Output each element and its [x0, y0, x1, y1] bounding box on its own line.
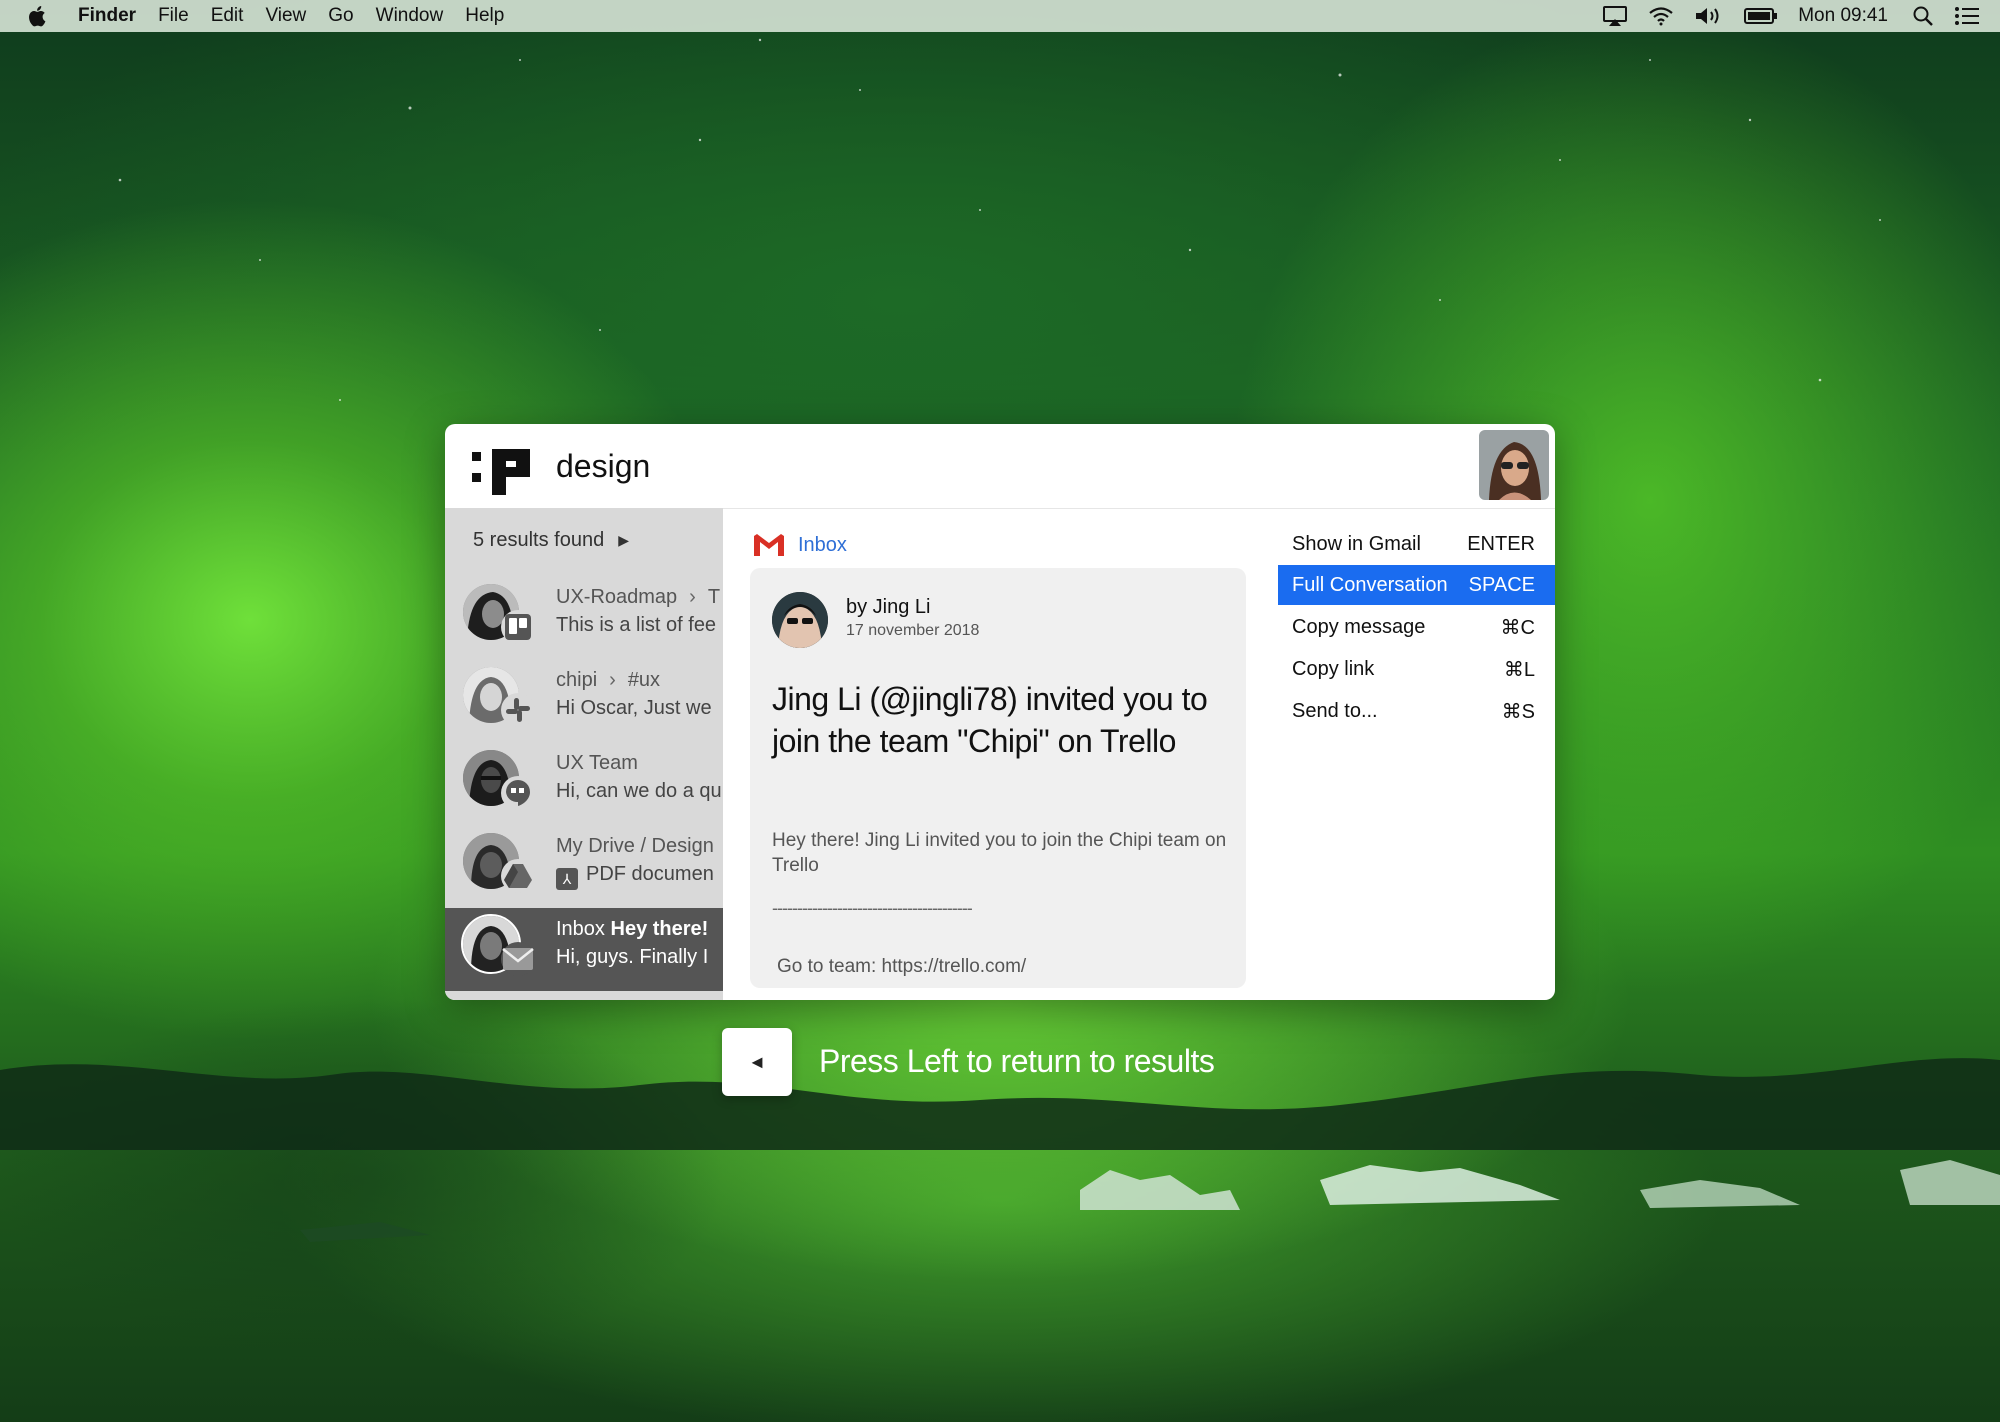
- result-item[interactable]: UX-Roadmap › T This is a list of fee: [445, 576, 723, 659]
- status-area: Mon 09:41: [1602, 0, 2000, 32]
- result-title: UX Team: [556, 752, 638, 774]
- message-link-line: Go to team: https://trello.com/: [777, 956, 1027, 977]
- wifi-icon[interactable]: [1648, 6, 1674, 26]
- message-preview-card: by Jing Li 17 november 2018 Jing Li (@ji…: [750, 568, 1246, 988]
- result-item-selected[interactable]: Inbox Hey there! Hi, guys. Finally I: [445, 908, 723, 991]
- menu-edit[interactable]: Edit: [211, 5, 244, 27]
- menu-go[interactable]: Go: [328, 5, 353, 27]
- volume-icon[interactable]: [1694, 6, 1724, 26]
- preview-source-label[interactable]: Inbox: [798, 534, 847, 557]
- search-query[interactable]: design: [556, 448, 650, 485]
- menu-help[interactable]: Help: [465, 5, 504, 27]
- result-item[interactable]: UX Team Hi, can we do a qu: [445, 742, 723, 825]
- result-title: Inbox Hey there!: [556, 918, 709, 940]
- menu-app-name[interactable]: Finder: [78, 5, 136, 27]
- google-drive-icon: [501, 859, 535, 893]
- preview-source: Inbox: [752, 532, 847, 558]
- launcher-panel: design 5 results found ▶ UX-Roadmap › T …: [445, 424, 1555, 1000]
- result-title: UX-Roadmap › T: [556, 586, 721, 608]
- action-full-conversation[interactable]: Full Conversation SPACE: [1278, 565, 1555, 605]
- results-sidebar: 5 results found ▶ UX-Roadmap › T This is a…: [445, 508, 723, 1000]
- menu-clock[interactable]: Mon 09:41: [1798, 5, 1888, 27]
- action-show-in-gmail[interactable]: Show in Gmail ENTER: [1278, 524, 1555, 564]
- message-divider: ----------------------------------------: [772, 898, 973, 918]
- action-send-to[interactable]: Send to... ⌘S: [1278, 691, 1555, 731]
- result-snippet: Hi, guys. Finally I: [556, 946, 709, 968]
- hangouts-icon: [501, 776, 535, 810]
- app-logo-icon: [472, 449, 530, 495]
- result-snippet: This is a list of fee: [556, 614, 717, 636]
- message-subject: Jing Li (@jingli78) invited you to join …: [772, 681, 1208, 759]
- keyboard-hint: Press Left to return to results: [819, 1043, 1215, 1079]
- expand-arrow-icon[interactable]: ▶: [618, 532, 629, 549]
- menu-items: Finder File Edit View Go Window Help: [78, 5, 526, 27]
- result-title: chipi › #ux: [556, 669, 661, 691]
- slack-icon: [501, 693, 535, 727]
- trello-icon: [501, 610, 535, 644]
- result-snippet: Hi, can we do a qu: [556, 780, 722, 802]
- result-snippet: ⅄ PDF documen: [556, 863, 714, 890]
- gmail-icon: [754, 534, 784, 556]
- left-arrow-key-icon[interactable]: ◄: [722, 1028, 792, 1096]
- notification-center-icon[interactable]: [1954, 6, 1980, 26]
- spotlight-search-icon[interactable]: [1912, 5, 1934, 27]
- author-avatar: [772, 592, 828, 648]
- apple-menu-icon[interactable]: [28, 5, 50, 27]
- result-item[interactable]: chipi › #ux Hi Oscar, Just we: [445, 659, 723, 742]
- menu-bar: Finder File Edit View Go Window Help Mon…: [0, 0, 2000, 32]
- action-copy-message[interactable]: Copy message ⌘C: [1278, 607, 1555, 647]
- user-avatar[interactable]: [1479, 430, 1549, 500]
- author-name: by Jing Li: [846, 596, 931, 618]
- message-body: Hey there! Jing Li invited you to join t…: [772, 830, 1227, 876]
- battery-icon[interactable]: [1744, 7, 1778, 25]
- result-title: My Drive / Design: [556, 835, 714, 857]
- message-date: 17 november 2018: [846, 622, 980, 639]
- results-count: 5 results found ▶: [473, 529, 629, 552]
- airplay-icon[interactable]: [1602, 5, 1628, 27]
- result-snippet: Hi Oscar, Just we: [556, 697, 712, 719]
- gmail-icon: [501, 942, 535, 976]
- menu-window[interactable]: Window: [376, 5, 444, 27]
- search-header: design: [445, 424, 1555, 509]
- menu-file[interactable]: File: [158, 5, 189, 27]
- results-count-label: 5 results found: [473, 529, 605, 551]
- pdf-icon: ⅄: [556, 868, 578, 890]
- menu-view[interactable]: View: [265, 5, 306, 27]
- icebergs: [300, 1160, 2000, 1242]
- action-copy-link[interactable]: Copy link ⌘L: [1278, 649, 1555, 689]
- result-item[interactable]: My Drive / Design ⅄ PDF documen: [445, 825, 723, 908]
